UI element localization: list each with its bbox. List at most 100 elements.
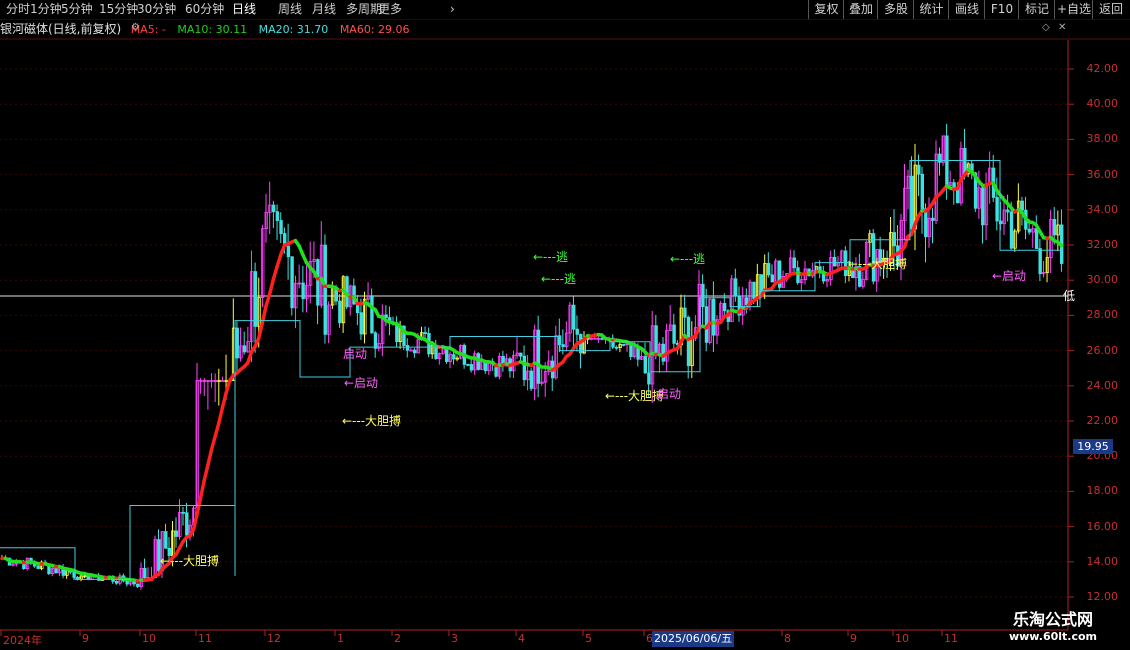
anno-dadanbo-1: ←---大胆搏 xyxy=(160,554,220,568)
candle-body xyxy=(924,208,928,238)
anno-dadanbo-4: ←---大胆搏 xyxy=(848,257,908,271)
candle-body xyxy=(733,278,738,297)
candle-body xyxy=(235,327,239,359)
x-tick-label: 1 xyxy=(337,632,344,645)
candle-body xyxy=(572,304,576,330)
candle-body xyxy=(1038,248,1042,275)
candle-body xyxy=(843,250,848,277)
y-tick-label: 38.00 xyxy=(1086,132,1119,146)
candle-body xyxy=(338,300,342,324)
ma-line-segment xyxy=(202,463,210,482)
x-tick-label: 8 xyxy=(784,632,791,645)
candle-body xyxy=(661,343,665,362)
candle-body xyxy=(271,204,276,213)
candle-body xyxy=(561,344,565,348)
candle-body xyxy=(796,267,800,283)
y-tick-label: 28.00 xyxy=(1086,308,1119,322)
ma-line-segment xyxy=(267,277,276,296)
x-tick-label: 3 xyxy=(451,632,458,645)
candle-body xyxy=(952,182,956,189)
candle-body xyxy=(683,307,687,318)
candle-body xyxy=(125,580,129,585)
ma-line-segment xyxy=(220,391,228,410)
candle-body xyxy=(143,568,147,579)
cursor-date-box: 2025/06/06/五 xyxy=(652,631,735,647)
candle-body xyxy=(445,348,449,362)
candle-body xyxy=(242,345,247,353)
candle-body xyxy=(469,364,474,371)
candle-body xyxy=(384,314,388,319)
anno-qidong-1: ←启动 xyxy=(344,376,379,390)
candle-body xyxy=(931,217,935,221)
candle-body xyxy=(301,282,305,300)
candle-body xyxy=(722,303,727,312)
candle-body xyxy=(536,329,541,384)
candle-body xyxy=(1009,211,1014,249)
candle-body xyxy=(185,512,189,536)
anno-qidong-4: ←启动 xyxy=(992,269,1027,283)
x-tick-label: 2 xyxy=(394,632,401,645)
candle-body xyxy=(614,346,619,349)
low-marker: 低 xyxy=(1063,289,1076,303)
candle-body xyxy=(643,356,647,374)
ma-line-segment xyxy=(271,264,279,282)
candle-body xyxy=(54,567,58,574)
x-tick-label: 12 xyxy=(267,632,281,645)
x-tick-label: 11 xyxy=(944,632,958,645)
x-tick-label: 5 xyxy=(585,632,592,645)
candle-body xyxy=(712,298,716,336)
x-tick-label: 10 xyxy=(142,632,156,645)
y-tick-label: 34.00 xyxy=(1086,202,1119,216)
y-tick-label: 32.00 xyxy=(1086,238,1119,251)
candle-body xyxy=(174,530,178,537)
candle-body xyxy=(938,153,942,163)
anno-dadanbo-3: ←---大胆搏 xyxy=(605,389,665,403)
candle-body xyxy=(519,352,523,357)
candle-body xyxy=(1020,200,1024,211)
candle-body xyxy=(752,281,756,300)
ma-line-segment xyxy=(209,434,217,452)
candle-body xyxy=(279,220,283,234)
y-tick-label: 12.00 xyxy=(1086,590,1119,603)
candle-body xyxy=(654,325,658,356)
candle-body xyxy=(323,244,327,335)
y-tick-label: 40.00 xyxy=(1086,97,1119,111)
candle-body xyxy=(36,565,40,569)
anno-qidong-2: 启动 xyxy=(343,347,368,361)
candle-body xyxy=(920,173,924,210)
candle-body xyxy=(759,274,763,293)
candle-body xyxy=(412,349,417,354)
watermark: 乐淘公式网 www.60lt.com xyxy=(993,606,1113,643)
candle-body xyxy=(701,283,705,308)
x-tick-label: 9 xyxy=(850,632,857,645)
candle-body xyxy=(917,164,921,175)
candle-body xyxy=(221,380,225,382)
candle-body xyxy=(466,363,470,366)
candle-body xyxy=(253,271,258,327)
candle-body xyxy=(1006,209,1010,213)
candle-body xyxy=(1034,228,1039,249)
x-tick-label: 9 xyxy=(82,632,89,645)
candle-body xyxy=(181,511,185,514)
candle-body xyxy=(452,354,456,360)
ma-line-segment xyxy=(224,378,232,396)
x-tick-label: 2024年 xyxy=(3,634,42,647)
ma-line-segment xyxy=(195,495,203,517)
candle-body xyxy=(672,324,676,344)
y-tick-label: 36.00 xyxy=(1086,167,1119,181)
anno-tao-3: ←---逃 xyxy=(670,252,706,266)
ma-line-segment xyxy=(275,253,283,269)
candle-body xyxy=(622,344,626,346)
y-tick-label: 24.00 xyxy=(1086,378,1119,392)
ma-line-segment xyxy=(191,512,199,532)
candle-body xyxy=(316,259,320,306)
candle-body xyxy=(290,256,294,309)
y-tick-label: 42.00 xyxy=(1086,62,1119,75)
anno-dadanbo-2: ←---大胆搏 xyxy=(342,414,402,428)
candle-body xyxy=(963,148,967,175)
candle-body xyxy=(575,328,579,335)
candle-body xyxy=(686,316,691,367)
anno-tao-2: ←---逃 xyxy=(541,272,577,286)
anno-tao-1: ←---逃 xyxy=(533,250,569,264)
ma-line-segment xyxy=(1056,240,1064,248)
